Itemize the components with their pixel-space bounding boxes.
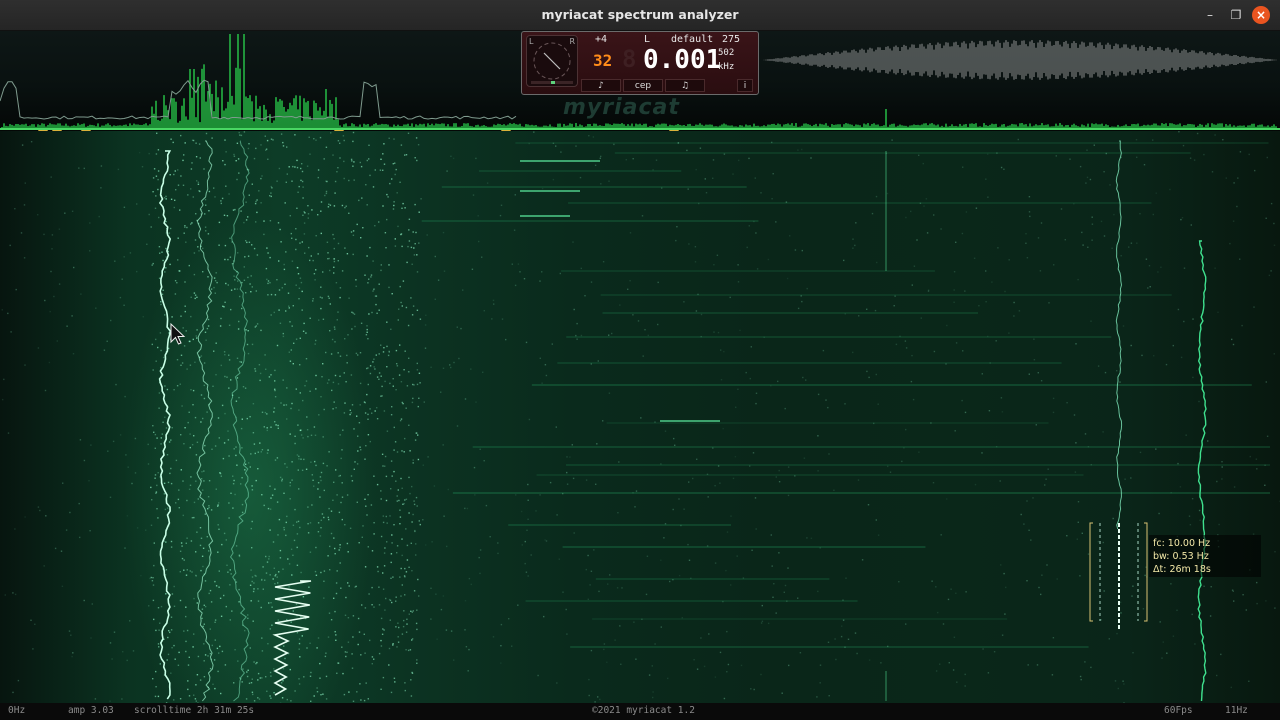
maximize-button[interactable]: ❐ [1227, 6, 1245, 24]
status-min-frequency: 0Hz [8, 705, 26, 716]
selection-box[interactable] [1089, 522, 1148, 631]
mouse-pointer-icon [170, 322, 186, 345]
waterfall-traces [1, 131, 1280, 703]
stereo-scope: L R [526, 35, 578, 87]
sample-readout: 502 [718, 48, 735, 58]
cepstrum-button[interactable]: cep [623, 79, 663, 92]
signal-trace-tertiary [229, 140, 250, 702]
status-fps: 60Fps [1164, 705, 1193, 716]
preset-name[interactable]: default [671, 34, 713, 45]
minimize-button[interactable]: – [1201, 6, 1219, 24]
status-max-frequency: 11Hz [1225, 705, 1248, 716]
chord-mode-button[interactable]: ♫ [665, 79, 705, 92]
window-title: myriacat spectrum analyzer [541, 7, 739, 22]
frequency-readout: 0.001 [643, 45, 722, 75]
info-button[interactable]: i [737, 79, 753, 92]
close-button[interactable]: × [1252, 6, 1270, 24]
status-scrolltime[interactable]: scrolltime 2h 31m 25s [134, 705, 254, 716]
selection-duration: Δt: 26m 18s [1153, 564, 1211, 575]
waterfall-noise [1, 131, 1280, 703]
selection-bandwidth: bw: 0.53 Hz [1153, 551, 1209, 562]
waveform-display [763, 40, 1277, 80]
status-copyright: ©2021 myriacat 1.2 [592, 705, 695, 716]
signal-trace-right [1197, 240, 1207, 702]
panel-button-row: ♪ cep ♫ i [579, 79, 755, 92]
status-bar: 0Hz amp 3.03 scrolltime 2h 31m 25s ©2021… [0, 703, 1280, 720]
waterfall-spectrogram[interactable] [0, 131, 1280, 703]
signal-zigzag-burst [272, 580, 312, 696]
signal-trace-main [158, 150, 172, 700]
signal-trace-secondary [196, 140, 214, 702]
gain-offset[interactable]: +4 [595, 34, 607, 45]
selection-center-frequency: fc: 10.00 Hz [1153, 538, 1211, 549]
counter-ghost-digit: 8 [622, 45, 637, 73]
waterfall-horizontal-streaks [421, 142, 1270, 648]
status-amplitude[interactable]: amp 3.03 [68, 705, 114, 716]
channel-label[interactable]: L [644, 34, 650, 45]
signal-trace-10hz [1115, 140, 1123, 530]
counter-display: 32 [593, 51, 613, 70]
control-panel[interactable]: L R +4 L default 275 32 8 0.001 502 kHz … [521, 31, 759, 95]
preset-number: 275 [722, 34, 741, 45]
selection-tooltip: fc: 10.00 Hz bw: 0.53 Hz Δt: 26m 18s [1149, 535, 1261, 577]
scope-dial-icon [531, 42, 573, 84]
myriacat-logo: myriacat [563, 95, 680, 120]
note-mode-button[interactable]: ♪ [581, 79, 621, 92]
frequency-unit: kHz [718, 62, 735, 72]
window-titlebar[interactable]: myriacat spectrum analyzer – ❐ × [0, 0, 1280, 31]
